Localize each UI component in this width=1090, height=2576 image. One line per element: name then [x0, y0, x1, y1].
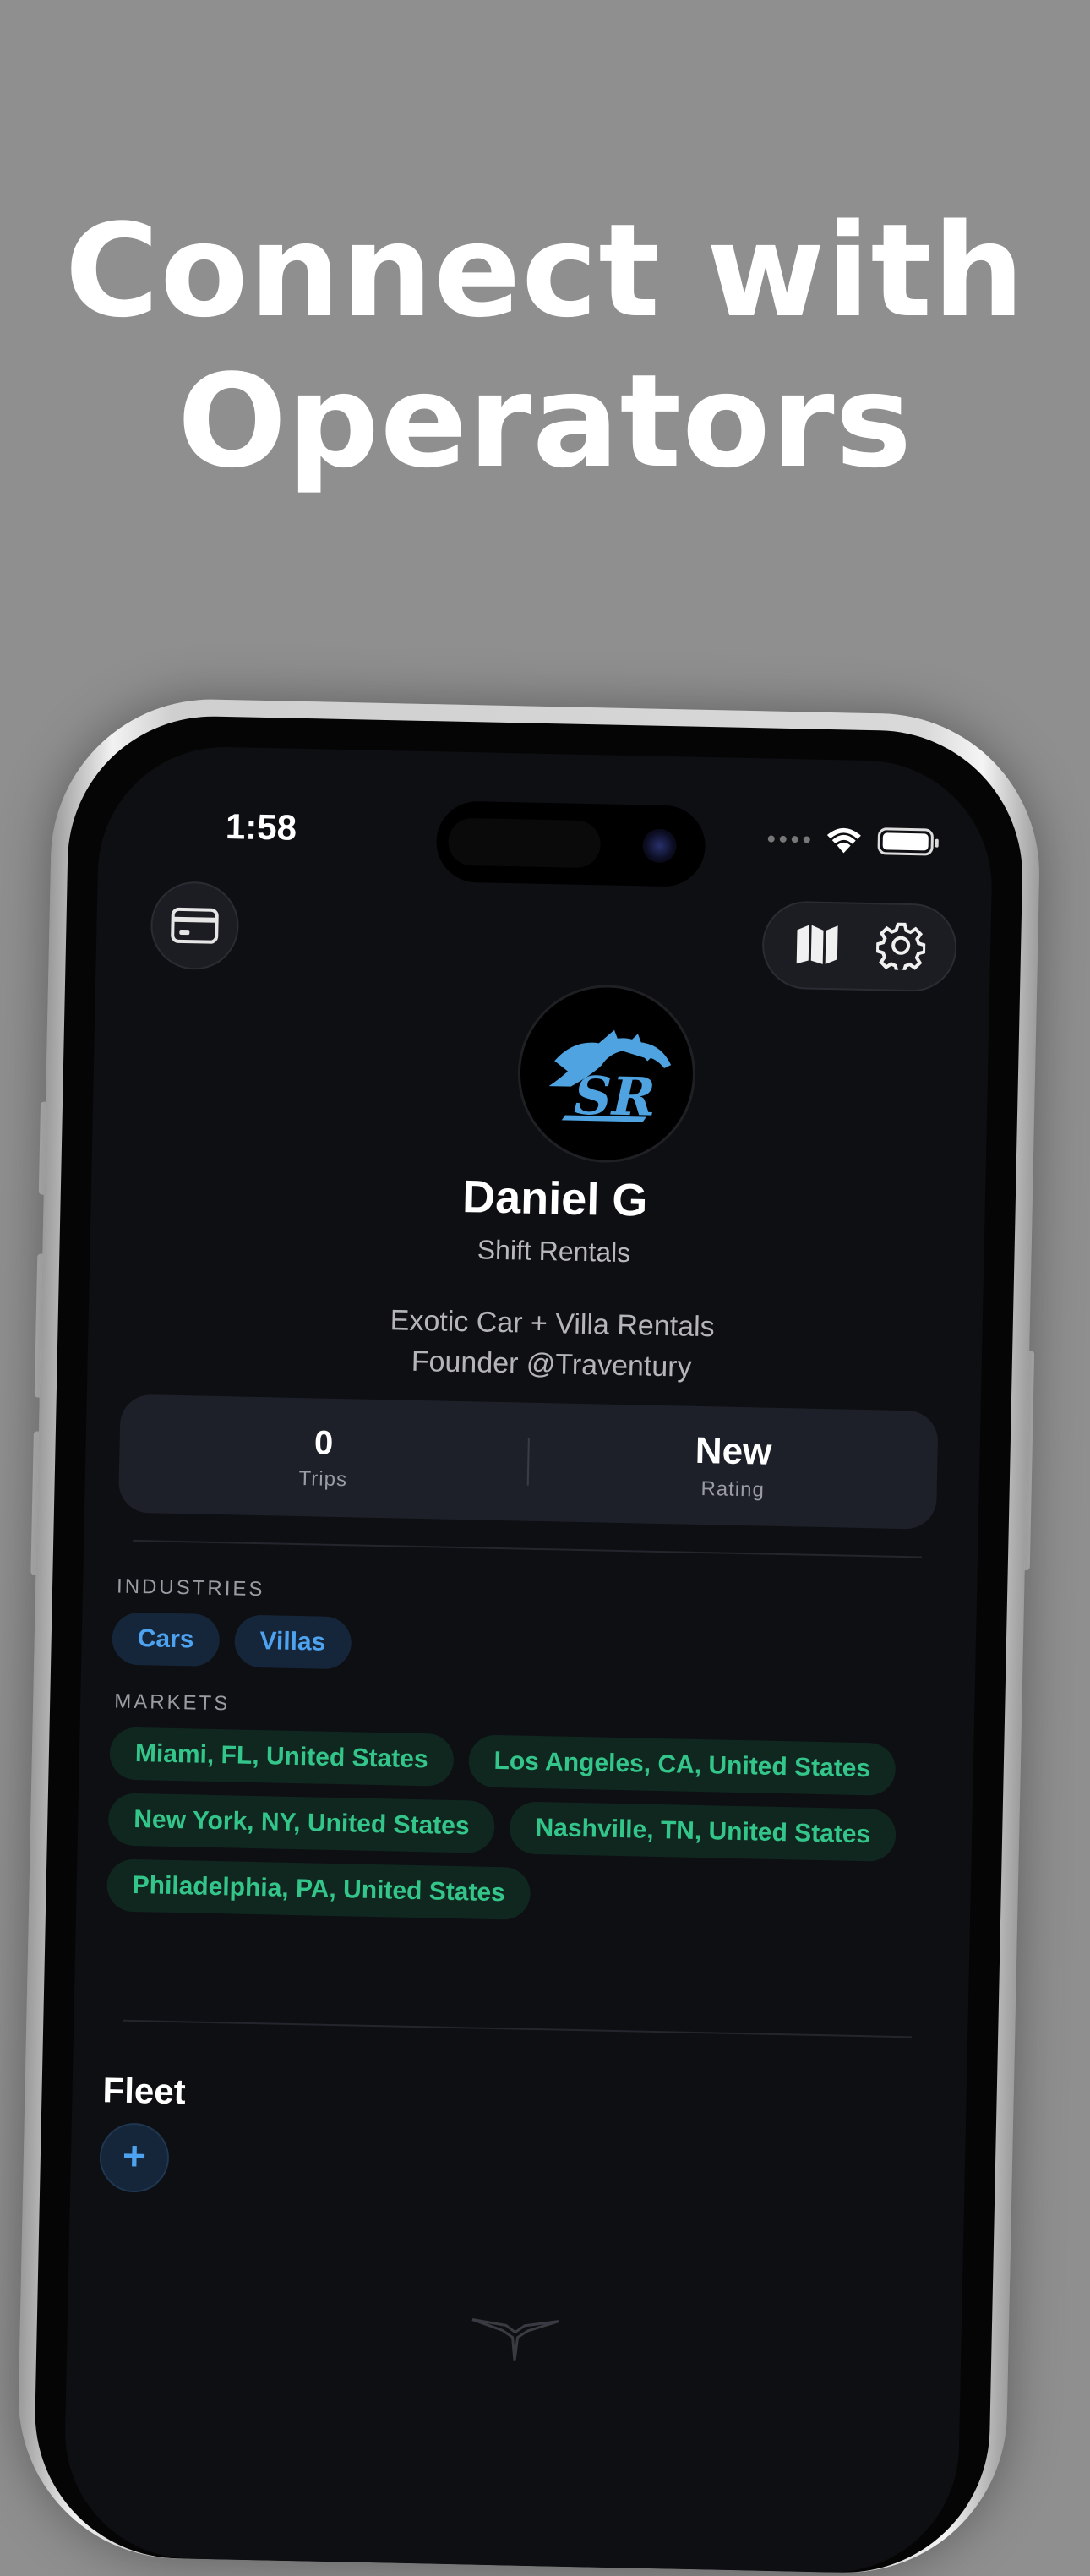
industries-chips: Cars Villas — [112, 1612, 957, 1682]
gear-icon — [875, 922, 927, 974]
markets-chips: Miami, FL, United States Los Angeles, CA… — [106, 1727, 955, 1929]
industries-label: INDUSTRIES — [116, 1575, 265, 1602]
brand-logo-icon — [471, 2318, 559, 2361]
app-screen: 1:58 SR Daniel G Shift Rentals Exotic Ca… — [63, 744, 995, 2575]
stat-value: 0 — [313, 1423, 334, 1462]
battery-icon — [877, 827, 935, 856]
market-chip: Miami, FL, United States — [109, 1727, 455, 1787]
map-button[interactable] — [793, 921, 842, 969]
stat-value: New — [695, 1429, 772, 1473]
cellular-signal-icon — [767, 835, 810, 843]
profile-name: Daniel G — [461, 1171, 648, 1226]
headline-line-2: Operators — [177, 347, 913, 496]
phone-bezel: 1:58 SR Daniel G Shift Rentals Exotic Ca… — [32, 713, 1026, 2576]
market-chip: Nashville, TN, United States — [509, 1801, 897, 1862]
industry-chip: Villas — [233, 1614, 352, 1670]
stats-card: 0 Trips New Rating — [117, 1394, 939, 1530]
credit-card-icon — [171, 907, 219, 944]
divider — [133, 1539, 923, 1558]
stat-label: Trips — [298, 1466, 348, 1491]
fleet-title: Fleet — [102, 2070, 187, 2112]
phone-mockup: 1:58 SR Daniel G Shift Rentals Exotic Ca… — [15, 696, 1043, 2576]
stat-rating: New Rating — [528, 1403, 939, 1530]
markets-label: MARKETS — [113, 1689, 231, 1716]
market-chip: Philadelphia, PA, United States — [106, 1858, 531, 1920]
wifi-icon — [826, 827, 861, 854]
wallet-button[interactable] — [150, 881, 240, 971]
profile-company: Shift Rentals — [477, 1234, 631, 1269]
headline-line-1: Connect with — [64, 196, 1026, 346]
profile-bio: Exotic Car + Villa Rentals Founder @Trav… — [87, 1294, 994, 1394]
status-indicators — [767, 824, 935, 856]
settings-button[interactable] — [875, 920, 927, 974]
divider — [123, 2019, 913, 2038]
front-camera-icon — [642, 828, 677, 864]
island-sensor — [448, 817, 602, 869]
stat-trips: 0 Trips — [118, 1394, 529, 1521]
industry-chip: Cars — [112, 1612, 221, 1667]
shift-rentals-logo: SR — [548, 1029, 672, 1128]
avatar[interactable]: SR — [515, 983, 698, 1165]
market-chip: Los Angeles, CA, United States — [467, 1734, 897, 1796]
dynamic-island — [435, 800, 706, 887]
top-right-actions — [761, 900, 958, 993]
map-icon — [796, 925, 838, 964]
market-chip: New York, NY, United States — [107, 1793, 496, 1853]
hero-headline: Connect with Operators — [0, 196, 1090, 497]
add-fleet-button[interactable]: + — [99, 2122, 170, 2193]
stat-label: Rating — [700, 1476, 766, 1502]
status-time: 1:58 — [225, 806, 297, 848]
